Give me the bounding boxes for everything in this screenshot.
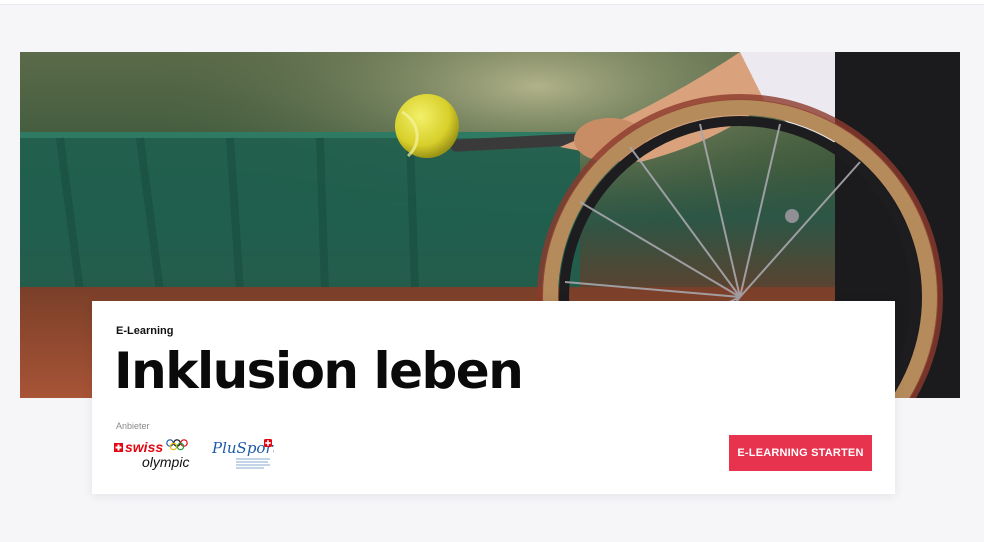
swiss-olympic-logo-icon: swiss olympic: [114, 437, 204, 471]
swiss-olympic-text-top: swiss: [125, 439, 163, 455]
swiss-olympic-text-bottom: olympic: [142, 454, 189, 470]
page-title: Inklusion leben: [114, 342, 524, 400]
course-type-label: E-Learning: [116, 325, 174, 337]
plusport-logo-icon: PluSport: [211, 437, 280, 473]
course-card: E-Learning Inklusion leben Anbieter swis…: [92, 301, 895, 494]
start-elearning-button[interactable]: E-LEARNING STARTEN: [729, 435, 872, 471]
provider-label: Anbieter: [116, 421, 150, 431]
top-divider: [0, 0, 984, 5]
